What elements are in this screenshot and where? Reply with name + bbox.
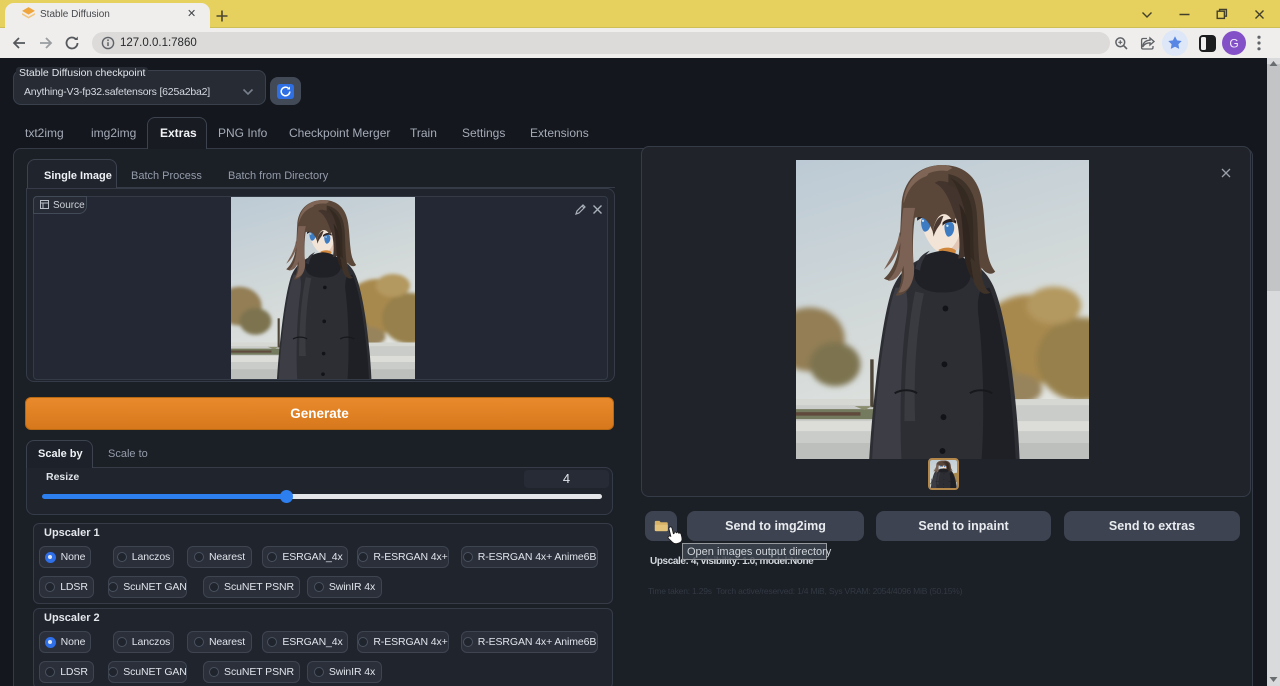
svg-text:G: G	[1229, 37, 1238, 51]
